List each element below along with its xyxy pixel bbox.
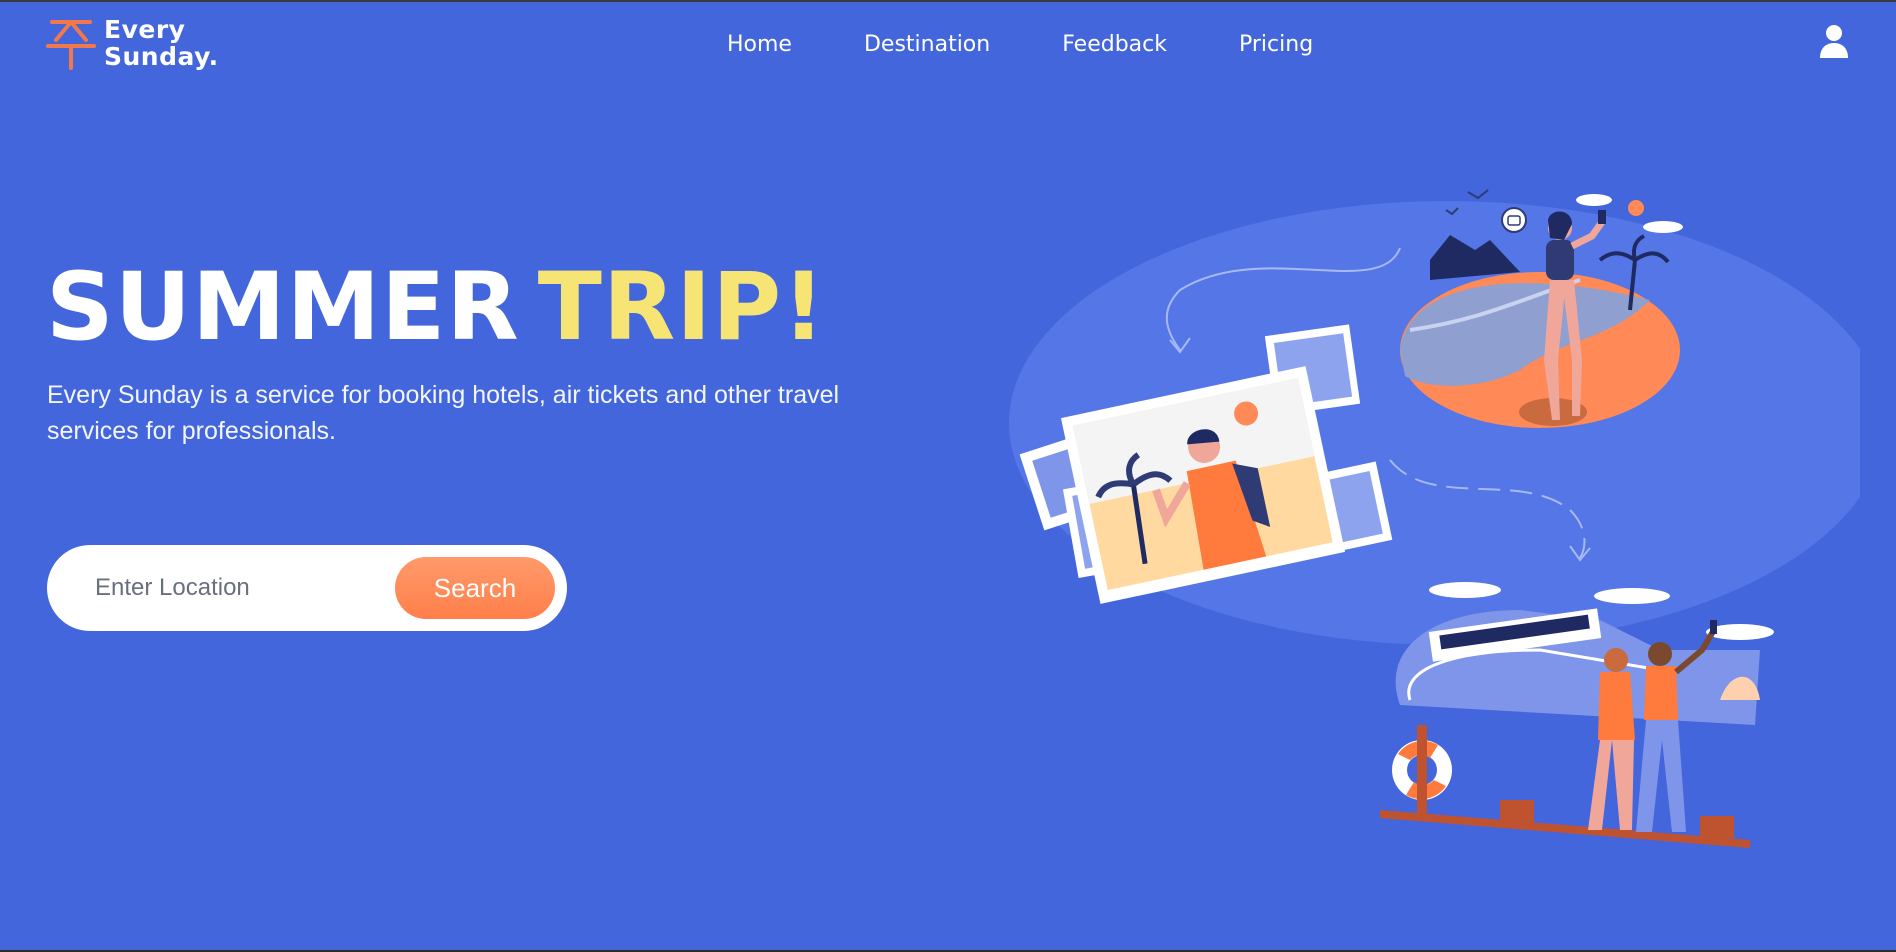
brand-name-line2: Sunday. xyxy=(104,42,219,71)
main-nav: Home Destination Feedback Pricing xyxy=(727,30,1313,60)
nav-item-home[interactable]: Home xyxy=(727,30,792,60)
user-icon[interactable] xyxy=(1818,24,1850,58)
bird-icon xyxy=(1467,189,1489,200)
brand-name-line1: Every xyxy=(104,15,186,44)
hero-title-word2: TRIP! xyxy=(537,253,826,362)
brand-name: Every Sunday. xyxy=(104,16,219,70)
nav-item-destination[interactable]: Destination xyxy=(864,30,990,60)
hero-title: SUMMER TRIP! xyxy=(46,252,826,364)
travel-illustration xyxy=(1009,189,1860,848)
top-border xyxy=(0,0,1896,2)
logo-mark-icon xyxy=(46,20,96,70)
hero-description: Every Sunday is a service for booking ho… xyxy=(47,381,840,445)
nav-item-feedback[interactable]: Feedback xyxy=(1062,30,1167,60)
hero-title-word1: SUMMER xyxy=(46,253,520,362)
brand-logo[interactable]: Every Sunday. xyxy=(46,14,219,70)
search-button[interactable]: Search xyxy=(395,557,555,619)
sun-icon xyxy=(1628,200,1644,216)
search-bar: Search xyxy=(47,545,567,631)
nav-item-pricing[interactable]: Pricing xyxy=(1239,30,1313,60)
location-search-input[interactable] xyxy=(95,565,425,611)
cloud-icon xyxy=(1576,194,1612,206)
